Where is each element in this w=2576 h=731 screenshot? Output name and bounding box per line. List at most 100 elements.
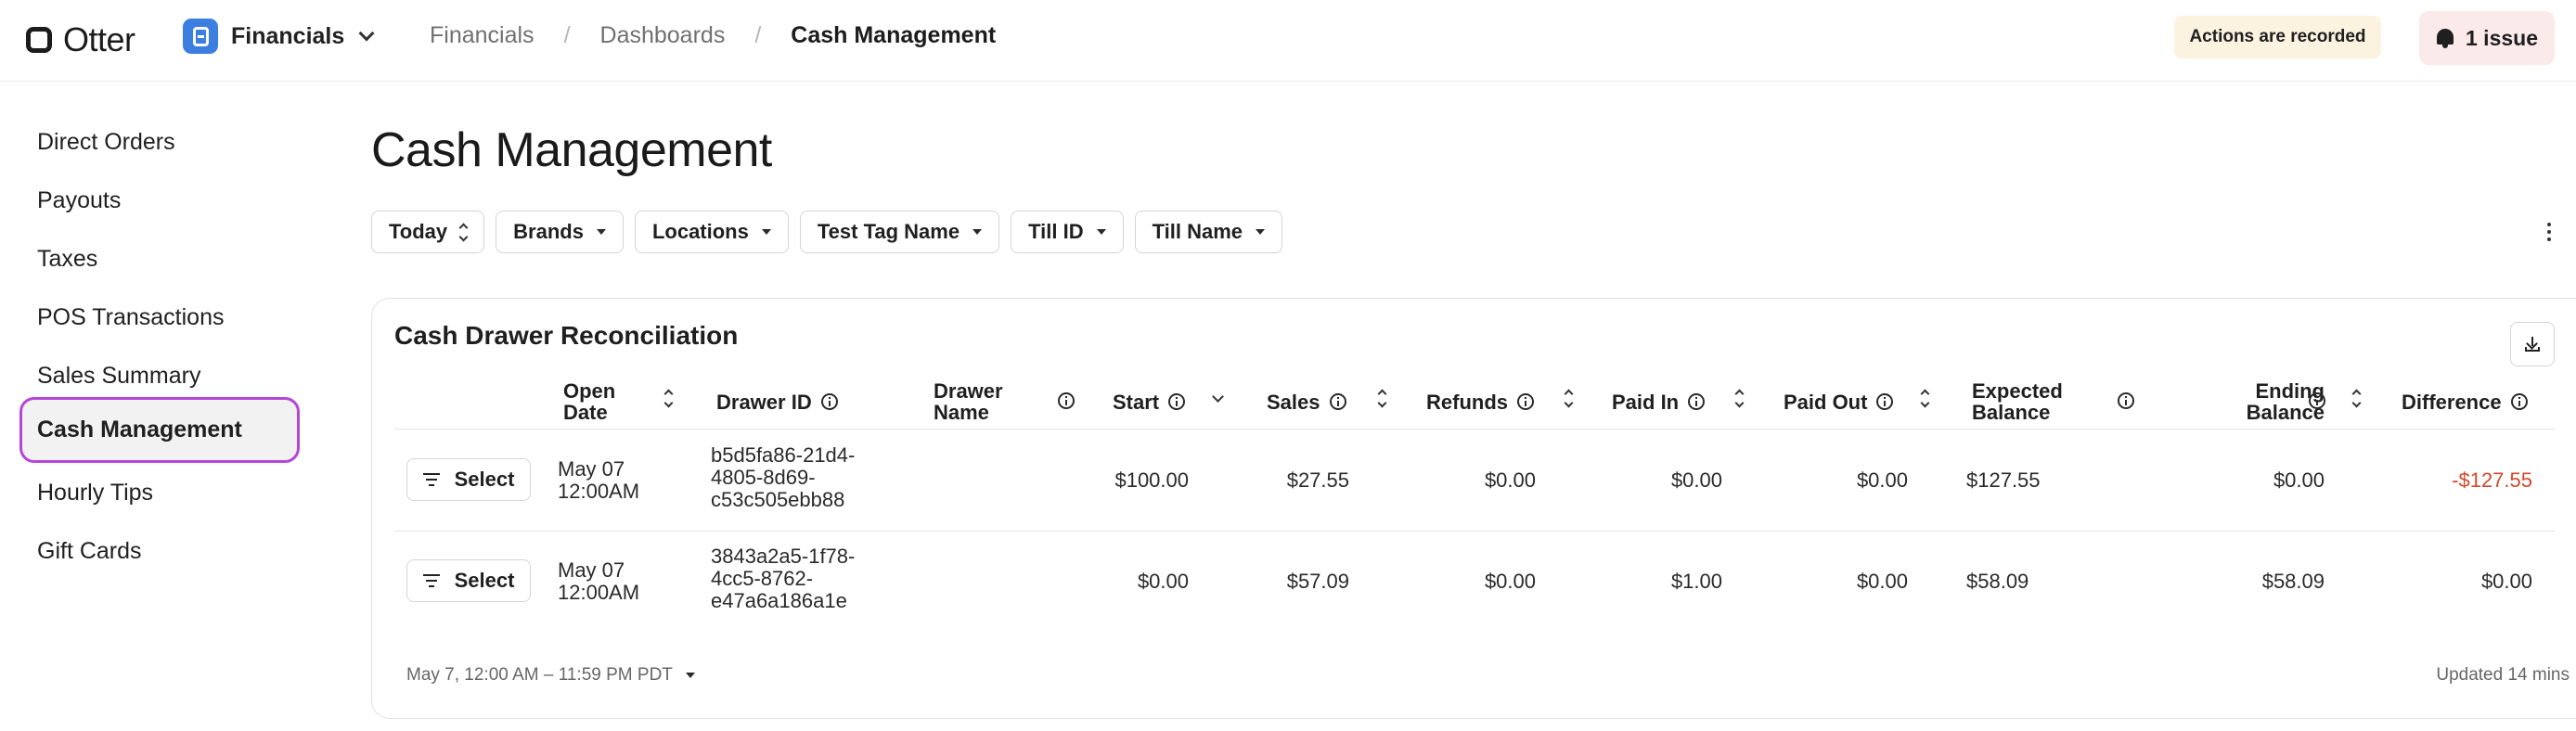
row-select-button[interactable]: Select bbox=[406, 458, 531, 501]
caret-down-icon bbox=[761, 229, 771, 235]
date-range-label: May 7, 12:00 AM – 11:59 PM PDT bbox=[406, 665, 673, 685]
sort-icon[interactable] bbox=[1564, 389, 1574, 408]
updated-timestamp: Updated 14 mins bbox=[2436, 665, 2570, 685]
till-name-filter[interactable]: Till Name bbox=[1134, 211, 1283, 253]
sort-icon[interactable] bbox=[663, 389, 674, 408]
cell-sales: $27.55 bbox=[1286, 468, 1349, 492]
locations-filter[interactable]: Locations bbox=[634, 211, 789, 253]
filter-lines-icon bbox=[422, 574, 440, 587]
test-tag-name-filter[interactable]: Test Tag Name bbox=[799, 211, 1000, 253]
cell-ending-balance: $0.00 bbox=[2273, 468, 2325, 492]
cell-expected-balance: $58.09 bbox=[1966, 570, 2029, 593]
till-id-filter-label: Till ID bbox=[1028, 220, 1084, 243]
till-name-filter-label: Till Name bbox=[1152, 220, 1243, 243]
till-id-filter[interactable]: Till ID bbox=[1011, 211, 1124, 253]
sort-icon[interactable] bbox=[2351, 389, 2362, 408]
sort-icon[interactable] bbox=[1734, 389, 1745, 408]
cell-ending-balance: $58.09 bbox=[2261, 570, 2325, 593]
select-label: Select bbox=[454, 569, 515, 592]
date-range-selector[interactable]: May 7, 12:00 AM – 11:59 PM PDT bbox=[406, 665, 695, 686]
info-icon[interactable] bbox=[820, 393, 838, 410]
cell-difference: $0.00 bbox=[2480, 570, 2532, 593]
date-filter[interactable]: Today bbox=[371, 211, 485, 253]
breadcrumb-financials[interactable]: Financials bbox=[430, 22, 535, 49]
cell-drawer-id: 3843a2a5-1f78-4cc5-8762-e47a6a186a1e bbox=[711, 545, 856, 612]
breadcrumb: Financials / Dashboards / Cash Managemen… bbox=[430, 22, 996, 49]
bell-icon bbox=[2436, 28, 2454, 48]
filter-lines-icon bbox=[422, 473, 440, 486]
cell-refunds: $0.00 bbox=[1484, 570, 1536, 593]
cell-paid-in: $0.00 bbox=[1670, 468, 1722, 492]
cell-refunds: $0.00 bbox=[1484, 468, 1536, 492]
cell-difference: -$127.55 bbox=[2452, 468, 2532, 492]
info-icon[interactable] bbox=[1329, 393, 1346, 410]
actions-recorded-badge: Actions are recorded bbox=[2174, 16, 2381, 58]
app-switcher[interactable]: Financials bbox=[183, 19, 375, 54]
sidebar-item-cash-management[interactable]: Cash Management bbox=[19, 397, 300, 463]
cell-open-date: May 07 12:00AM bbox=[558, 457, 640, 503]
info-icon[interactable] bbox=[2510, 393, 2528, 410]
caret-down-icon bbox=[1096, 229, 1106, 235]
row-select-button[interactable]: Select bbox=[406, 559, 531, 602]
financials-app-icon bbox=[183, 19, 218, 54]
column-header-sales[interactable]: Sales bbox=[1267, 376, 1346, 428]
cell-start: $100.00 bbox=[1114, 468, 1189, 492]
caret-down-icon bbox=[596, 229, 606, 235]
column-header-start[interactable]: Start bbox=[1113, 376, 1186, 428]
otter-logo-icon bbox=[26, 27, 52, 53]
column-header-drawer-id[interactable]: Drawer ID bbox=[716, 376, 838, 428]
sort-descending-icon[interactable] bbox=[1212, 391, 1224, 403]
info-icon[interactable] bbox=[2118, 392, 2134, 409]
caret-down-icon bbox=[1256, 229, 1266, 235]
date-filter-label: Today bbox=[389, 220, 448, 243]
sidebar-item-gift-cards[interactable]: Gift Cards bbox=[19, 519, 300, 584]
select-label: Select bbox=[454, 468, 515, 491]
brands-filter-label: Brands bbox=[513, 220, 584, 243]
table-divider bbox=[394, 429, 2555, 430]
info-icon[interactable] bbox=[1688, 393, 1706, 410]
test-tag-name-filter-label: Test Tag Name bbox=[817, 220, 960, 243]
column-header-paid-out[interactable]: Paid Out bbox=[1784, 376, 1894, 428]
breadcrumb-separator: / bbox=[563, 22, 571, 48]
info-icon[interactable] bbox=[1517, 393, 1534, 410]
chevron-down-icon bbox=[358, 25, 375, 42]
column-header-difference[interactable]: Difference bbox=[2402, 376, 2528, 428]
more-options-icon[interactable] bbox=[2547, 223, 2553, 241]
sort-icon[interactable] bbox=[1920, 389, 1930, 408]
sidebar-item-pos-transactions[interactable]: POS Transactions bbox=[19, 285, 300, 351]
sidebar-item-payouts[interactable]: Payouts bbox=[19, 168, 300, 234]
sort-icon[interactable] bbox=[1377, 389, 1387, 408]
issues-button[interactable]: 1 issue bbox=[2419, 11, 2555, 65]
cell-paid-out: $0.00 bbox=[1856, 468, 1908, 492]
column-header-drawer-name[interactable]: Drawer Name bbox=[934, 376, 1008, 428]
app-switcher-label: Financials bbox=[231, 22, 345, 49]
column-header-refunds[interactable]: Refunds bbox=[1426, 376, 1534, 428]
locations-filter-label: Locations bbox=[651, 220, 749, 243]
cash-drawer-reconciliation-card: Cash Drawer Reconciliation Open Date Dra… bbox=[371, 298, 2576, 719]
column-header-paid-in[interactable]: Paid In bbox=[1612, 376, 1706, 428]
column-header-open-date[interactable]: Open Date bbox=[563, 376, 647, 428]
logo-text: Otter bbox=[63, 20, 135, 58]
cell-paid-in: $1.00 bbox=[1670, 570, 1722, 593]
issues-label: 1 issue bbox=[2466, 25, 2538, 50]
otter-logo[interactable]: Otter bbox=[26, 20, 135, 59]
sidebar-item-hourly-tips[interactable]: Hourly Tips bbox=[19, 460, 300, 526]
download-button[interactable] bbox=[2510, 322, 2555, 366]
sidebar-item-taxes[interactable]: Taxes bbox=[19, 226, 300, 292]
info-icon[interactable] bbox=[1876, 393, 1894, 410]
info-icon[interactable] bbox=[1058, 392, 1075, 409]
cell-expected-balance: $127.55 bbox=[1966, 468, 2041, 492]
filter-bar: Today Brands Locations Test Tag Name Til… bbox=[371, 211, 1283, 253]
info-icon[interactable] bbox=[1168, 393, 1186, 410]
breadcrumb-dashboards[interactable]: Dashboards bbox=[600, 22, 726, 49]
sidebar-item-direct-orders[interactable]: Direct Orders bbox=[19, 109, 300, 175]
column-header-expected-balance[interactable]: Expected Balance bbox=[1972, 376, 2074, 428]
caret-down-icon bbox=[972, 229, 983, 235]
cell-drawer-id: b5d5fa86-21d4-4805-8d69-c53c505ebb88 bbox=[711, 443, 856, 511]
page-title: Cash Management bbox=[371, 123, 772, 177]
info-icon[interactable] bbox=[2309, 392, 2325, 409]
caret-down-icon bbox=[685, 673, 695, 678]
brands-filter[interactable]: Brands bbox=[496, 211, 624, 253]
sort-updown-icon bbox=[458, 223, 469, 241]
card-title: Cash Drawer Reconciliation bbox=[394, 321, 739, 350]
